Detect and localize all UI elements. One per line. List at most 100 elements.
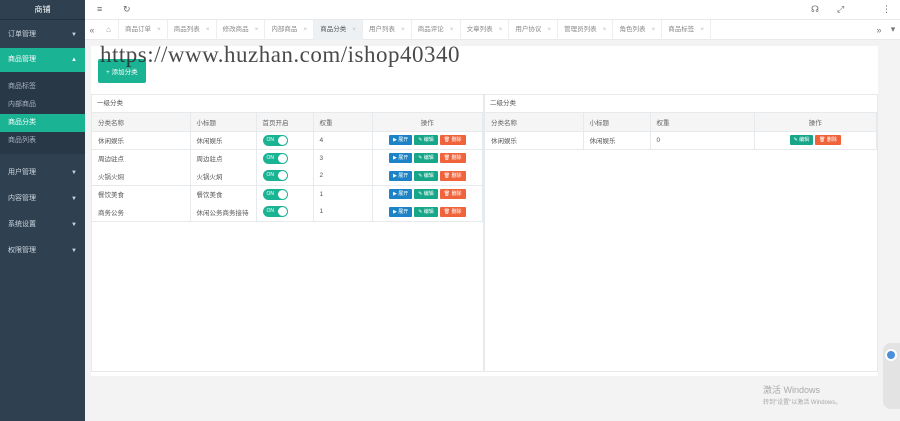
tab-item[interactable]: 用户协议 × (509, 19, 559, 40)
column-header: 小标题 (190, 113, 257, 132)
fullscreen-icon[interactable]: ⤢ (837, 4, 844, 15)
tab-item[interactable]: 商品订单 × (119, 19, 168, 40)
close-icon[interactable]: × (700, 26, 704, 33)
close-icon[interactable]: × (255, 26, 259, 33)
category-weight: 0 (650, 131, 755, 149)
expand-button[interactable]: ▶ 展开 (388, 189, 413, 200)
tab-item[interactable]: 管理员列表 × (558, 19, 614, 40)
column-header: 首页开启 (256, 113, 314, 132)
close-icon[interactable]: × (303, 26, 307, 33)
column-header: 权重 (650, 113, 755, 132)
delete-button[interactable]: 🗑 删除 (815, 135, 841, 145)
close-icon[interactable]: × (401, 26, 405, 33)
home-toggle[interactable]: ON (262, 134, 288, 146)
edit-button[interactable]: ✎ 编辑 (789, 135, 814, 145)
home-toggle[interactable]: ON (262, 206, 288, 218)
close-icon[interactable]: × (206, 26, 210, 33)
category-weight: 3 (313, 148, 373, 167)
caret-down-icon: ▼ (71, 32, 77, 38)
sidebar-item-product-tags[interactable]: 商品标签 (0, 78, 85, 96)
delete-button[interactable]: 🗑 删除 (439, 170, 466, 181)
edit-button[interactable]: ✎ 编辑 (414, 153, 438, 164)
add-category-button[interactable]: + 添加分类 (98, 59, 146, 83)
delete-button[interactable]: 🗑 删除 (439, 135, 466, 145)
tab-item[interactable]: 文章列表 × (461, 19, 510, 40)
headset-icon[interactable]: ☊ (811, 4, 819, 15)
sidebar-group-settings[interactable]: 系统设置 ▼ (0, 212, 85, 238)
caret-down-icon: ▼ (71, 222, 77, 228)
category-name: 周边驻点 (92, 148, 191, 167)
table-row: 火锅火焖 火锅火焖 ON 2 ▶ 展开 ✎ 编辑 🗑 删除 (92, 167, 483, 185)
caret-down-icon: ▼ (71, 196, 77, 202)
tab-item[interactable]: 内部商品 × (265, 19, 315, 40)
sidebar-group-products[interactable]: 商品管理 ▲ (0, 48, 85, 72)
close-icon[interactable]: × (499, 26, 503, 33)
close-icon[interactable]: × (352, 26, 356, 33)
tab-active[interactable]: 商品分类 × (314, 19, 363, 40)
caret-down-icon: ▼ (71, 170, 77, 176)
edit-button[interactable]: ✎ 编辑 (414, 135, 438, 145)
table-row: 周边驻点 周边驻点 ON 3 ▶ 展开 ✎ 编辑 🗑 删除 (92, 148, 483, 167)
sidebar-group-users[interactable]: 用户管理 ▼ (0, 160, 85, 186)
edit-button[interactable]: ✎ 编辑 (414, 189, 438, 200)
tab-item[interactable]: 修改商品 × (217, 19, 266, 40)
table-row: 休闲娱乐 休闲娱乐 ON 4 ▶ 展开 ✎ 编辑 🗑 删除 (92, 131, 483, 149)
secondary-category-title: 二级分类 (485, 95, 877, 113)
sidebar-group-orders[interactable]: 订单管理 ▼ (0, 22, 85, 48)
home-toggle[interactable]: ON (262, 152, 288, 164)
tab-item[interactable]: 用户列表 × (363, 19, 412, 40)
tab-next-icon[interactable]: » (872, 25, 886, 35)
close-icon[interactable]: × (450, 26, 454, 33)
secondary-category-box: 二级分类 分类名称 小标题 权重 操作 休闲娱乐 休闲娱乐 0 ✎ 编辑 🗑 删除 (484, 94, 878, 372)
tab-item[interactable]: 商品标签 × (662, 19, 712, 40)
assistant-icon[interactable] (885, 349, 897, 361)
expand-button[interactable]: ▶ 展开 (388, 206, 413, 217)
close-icon[interactable]: × (157, 26, 161, 33)
sidebar: 商铺 订单管理 ▼ 商品管理 ▲ 商品标签 内部商品 商品分类 商品列表 用户管… (0, 0, 85, 421)
sidebar-item-internal-products[interactable]: 内部商品 (0, 96, 85, 114)
category-subtitle: 休闲公务商务接待 (190, 203, 257, 221)
secondary-category-table: 分类名称 小标题 权重 操作 休闲娱乐 休闲娱乐 0 ✎ 编辑 🗑 删除 (485, 113, 877, 150)
menu-icon[interactable]: ≡ (97, 4, 102, 14)
expand-button[interactable]: ▶ 展开 (388, 153, 413, 164)
floating-toolbar[interactable] (883, 343, 900, 409)
expand-button[interactable]: ▶ 展开 (388, 170, 413, 181)
sidebar-group-permissions[interactable]: 权限管理 ▼ (0, 238, 85, 264)
category-subtitle: 火锅火焖 (190, 167, 257, 185)
caret-up-icon: ▲ (71, 57, 77, 63)
sidebar-item-product-list[interactable]: 商品列表 (0, 132, 85, 150)
delete-button[interactable]: 🗑 删除 (439, 206, 466, 217)
tab-prev-icon[interactable]: « (85, 25, 99, 35)
category-name: 休闲娱乐 (485, 131, 584, 149)
more-icon[interactable]: ⋮ (882, 4, 891, 15)
windows-activation-title: 激活 Windows (763, 385, 821, 395)
edit-button[interactable]: ✎ 编辑 (414, 170, 438, 181)
edit-button[interactable]: ✎ 编辑 (414, 206, 438, 217)
column-header: 小标题 (583, 113, 651, 132)
home-toggle[interactable]: ON (262, 188, 288, 200)
column-header: 分类名称 (485, 113, 584, 132)
sidebar-group-content[interactable]: 内容管理 ▼ (0, 186, 85, 212)
home-toggle[interactable]: ON (262, 170, 288, 182)
column-header: 操作 (372, 113, 483, 132)
delete-button[interactable]: 🗑 删除 (439, 153, 466, 164)
close-icon[interactable]: × (603, 26, 607, 33)
category-weight: 1 (313, 203, 373, 221)
expand-button[interactable]: ▶ 展开 (388, 135, 413, 145)
tab-item[interactable]: 角色列表 × (613, 19, 663, 40)
tab-item[interactable]: 商品列表 × (168, 19, 217, 40)
sidebar-item-product-category[interactable]: 商品分类 (0, 114, 85, 132)
windows-activation-hint: 转到"设置"以激活 Windows。 (763, 400, 842, 406)
tab-bar: « ⌂ 商品订单 × 商品列表 × 修改商品 × 内部商品 × 商品分类 × 用户列表 × … (85, 19, 900, 40)
tab-dropdown-icon[interactable]: ▾ (886, 24, 900, 35)
delete-button[interactable]: 🗑 删除 (439, 189, 466, 200)
topbar: ≡ ↻ ☊ ⤢ ⋮ (85, 0, 900, 20)
tab-item[interactable]: 商品评论 × (412, 19, 461, 40)
close-icon[interactable]: × (547, 26, 551, 33)
table-row: 商务公务 休闲公务商务接待 ON 1 ▶ 展开 ✎ 编辑 🗑 删除 (92, 203, 483, 221)
home-icon[interactable]: ⌂ (99, 19, 119, 40)
close-icon[interactable]: × (651, 26, 655, 33)
table-row: 休闲娱乐 休闲娱乐 0 ✎ 编辑 🗑 删除 (485, 131, 877, 149)
refresh-icon[interactable]: ↻ (123, 4, 131, 15)
primary-category-box: 一级分类 分类名称 小标题 首页开启 权重 操作 休闲娱乐 休闲娱乐 ON 4 … (91, 94, 484, 372)
